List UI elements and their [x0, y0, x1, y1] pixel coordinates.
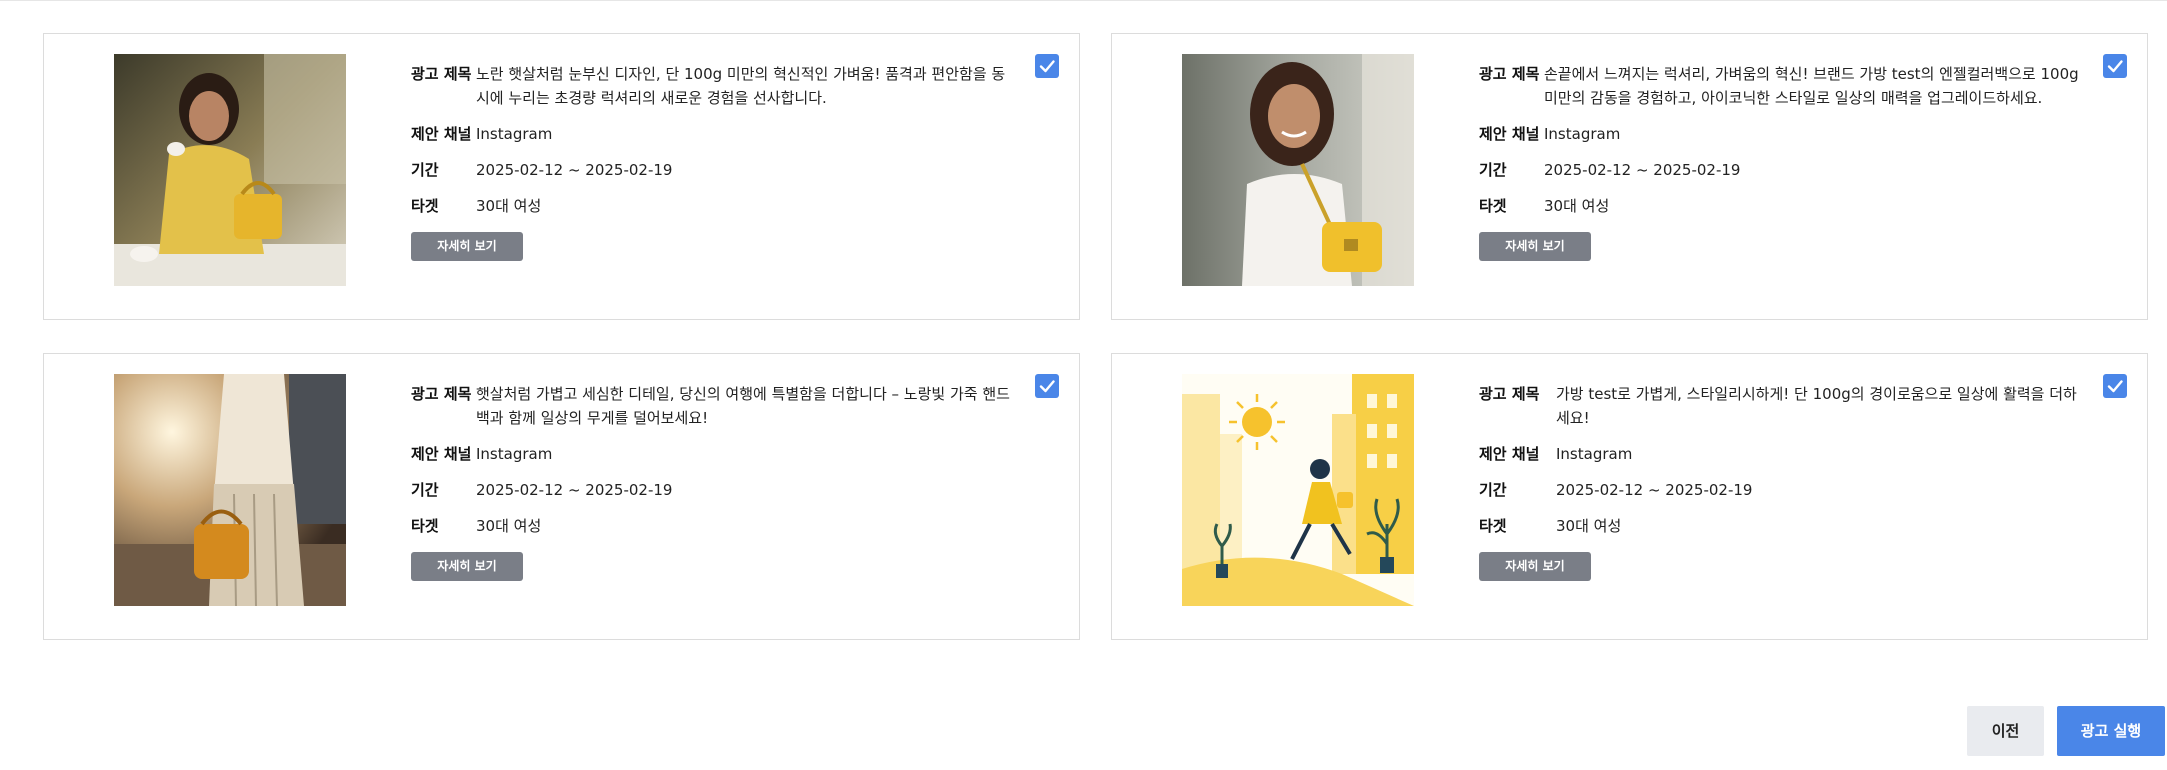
- target-value: 30대 여성: [476, 197, 542, 215]
- select-checkbox[interactable]: [2103, 54, 2127, 78]
- period-label: 기간: [411, 481, 439, 499]
- ad-title-label: 광고 제목: [411, 65, 472, 83]
- ad-info: 광고 제목 가방 test로 가볍게, 스타일리시하게! 단 100g의 경이로…: [1479, 382, 2097, 581]
- channel-value: Instagram: [1556, 445, 1633, 463]
- illustration-image: [1182, 374, 1414, 606]
- channel-value: Instagram: [476, 125, 553, 143]
- sunlight-walk-photo-image: [114, 374, 346, 606]
- target-row: 타겟 30대 여성: [411, 194, 1029, 218]
- target-label: 타겟: [1479, 517, 1507, 535]
- target-label: 타겟: [1479, 197, 1507, 215]
- ad-title-row: 광고 제목 손끝에서 느껴지는 럭셔리, 가벼움의 혁신! 브랜드 가방 tes…: [1479, 62, 2097, 110]
- period-value: 2025-02-12 ~ 2025-02-19: [1544, 161, 1741, 179]
- detail-button[interactable]: 자세히 보기: [411, 552, 523, 581]
- target-row: 타겟 30대 여성: [411, 514, 1029, 538]
- run-ad-button[interactable]: 광고 실행: [2057, 706, 2165, 756]
- ad-card: 광고 제목 노란 햇살처럼 눈부신 디자인, 단 100g 미만의 혁신적인 가…: [43, 33, 1080, 320]
- channel-row: 제안 채널 Instagram: [411, 442, 1029, 466]
- ad-title-value: 손끝에서 느껴지는 럭셔리, 가벼움의 혁신! 브랜드 가방 test의 엔젤컬…: [1544, 65, 2079, 107]
- target-value: 30대 여성: [1544, 197, 1610, 215]
- target-row: 타겟 30대 여성: [1479, 194, 2097, 218]
- ad-title-row: 광고 제목 노란 햇살처럼 눈부신 디자인, 단 100g 미만의 혁신적인 가…: [411, 62, 1029, 110]
- channel-label: 제안 채널: [1479, 445, 1540, 463]
- period-row: 기간 2025-02-12 ~ 2025-02-19: [411, 478, 1029, 502]
- channel-label: 제안 채널: [411, 125, 472, 143]
- select-checkbox[interactable]: [2103, 374, 2127, 398]
- cafe-photo-image: [114, 54, 346, 286]
- ad-title-row: 광고 제목 햇살처럼 가볍고 세심한 디테일, 당신의 여행에 특별함을 더합니…: [411, 382, 1029, 430]
- channel-row: 제안 채널 Instagram: [1479, 442, 2097, 466]
- channel-row: 제안 채널 Instagram: [411, 122, 1029, 146]
- checkmark-icon: [2107, 60, 2123, 73]
- period-row: 기간 2025-02-12 ~ 2025-02-19: [411, 158, 1029, 182]
- period-label: 기간: [1479, 161, 1507, 179]
- ad-title-label: 광고 제목: [1479, 65, 1540, 83]
- street-photo-image: [1182, 54, 1414, 286]
- target-row: 타겟 30대 여성: [1479, 514, 2097, 538]
- ad-image: [1182, 374, 1414, 606]
- target-label: 타겟: [411, 197, 439, 215]
- ad-card: 광고 제목 가방 test로 가볍게, 스타일리시하게! 단 100g의 경이로…: [1111, 353, 2148, 640]
- target-value: 30대 여성: [476, 517, 542, 535]
- detail-button[interactable]: 자세히 보기: [1479, 232, 1591, 261]
- ad-info: 광고 제목 손끝에서 느껴지는 럭셔리, 가벼움의 혁신! 브랜드 가방 tes…: [1479, 62, 2097, 261]
- period-value: 2025-02-12 ~ 2025-02-19: [1556, 481, 1753, 499]
- ad-image: [1182, 54, 1414, 286]
- channel-label: 제안 채널: [411, 445, 472, 463]
- select-checkbox[interactable]: [1035, 374, 1059, 398]
- channel-value: Instagram: [476, 445, 553, 463]
- ad-info: 광고 제목 햇살처럼 가볍고 세심한 디테일, 당신의 여행에 특별함을 더합니…: [411, 382, 1029, 581]
- ad-title-value: 햇살처럼 가볍고 세심한 디테일, 당신의 여행에 특별함을 더합니다 – 노랑…: [476, 385, 1010, 427]
- checkmark-icon: [2107, 380, 2123, 393]
- ad-title-label: 광고 제목: [1479, 385, 1540, 403]
- ad-card: 광고 제목 햇살처럼 가볍고 세심한 디테일, 당신의 여행에 특별함을 더합니…: [43, 353, 1080, 640]
- period-label: 기간: [411, 161, 439, 179]
- checkmark-icon: [1039, 380, 1055, 393]
- period-value: 2025-02-12 ~ 2025-02-19: [476, 481, 673, 499]
- prev-button[interactable]: 이전: [1967, 706, 2044, 756]
- ad-title-value: 가방 test로 가볍게, 스타일리시하게! 단 100g의 경이로움으로 일상…: [1556, 385, 2077, 427]
- ad-title-row: 광고 제목 가방 test로 가볍게, 스타일리시하게! 단 100g의 경이로…: [1479, 382, 2097, 430]
- channel-label: 제안 채널: [1479, 125, 1540, 143]
- detail-button[interactable]: 자세히 보기: [1479, 552, 1591, 581]
- channel-value: Instagram: [1544, 125, 1621, 143]
- ad-title-label: 광고 제목: [411, 385, 472, 403]
- ad-title-value: 노란 햇살처럼 눈부신 디자인, 단 100g 미만의 혁신적인 가벼움! 품격…: [476, 65, 1006, 107]
- select-checkbox[interactable]: [1035, 54, 1059, 78]
- period-row: 기간 2025-02-12 ~ 2025-02-19: [1479, 158, 2097, 182]
- ad-image: [114, 374, 346, 606]
- target-value: 30대 여성: [1556, 517, 1622, 535]
- period-label: 기간: [1479, 481, 1507, 499]
- ad-info: 광고 제목 노란 햇살처럼 눈부신 디자인, 단 100g 미만의 혁신적인 가…: [411, 62, 1029, 261]
- period-value: 2025-02-12 ~ 2025-02-19: [476, 161, 673, 179]
- ad-image: [114, 54, 346, 286]
- ad-card: 광고 제목 손끝에서 느껴지는 럭셔리, 가벼움의 혁신! 브랜드 가방 tes…: [1111, 33, 2148, 320]
- period-row: 기간 2025-02-12 ~ 2025-02-19: [1479, 478, 2097, 502]
- top-divider: [0, 0, 2167, 1]
- detail-button[interactable]: 자세히 보기: [411, 232, 523, 261]
- target-label: 타겟: [411, 517, 439, 535]
- channel-row: 제안 채널 Instagram: [1479, 122, 2097, 146]
- checkmark-icon: [1039, 60, 1055, 73]
